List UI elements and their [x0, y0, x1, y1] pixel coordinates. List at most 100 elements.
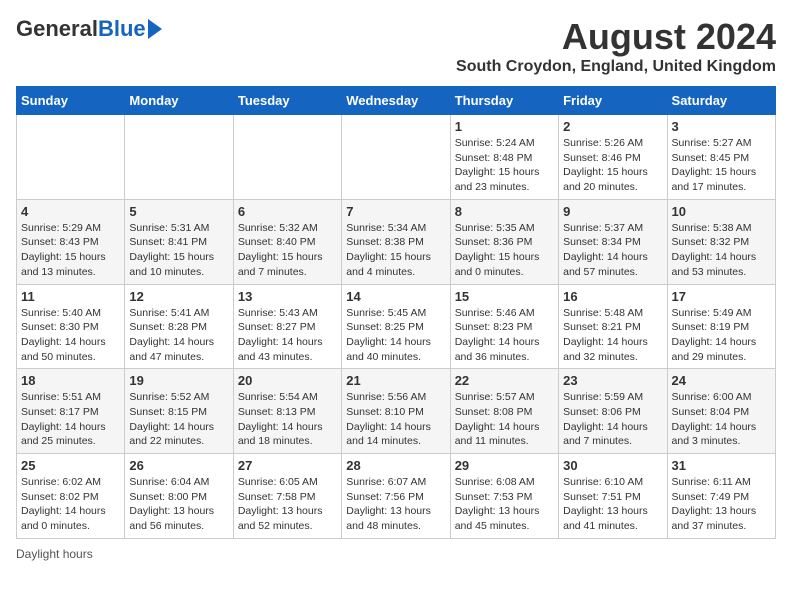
calendar-cell: 5 Sunrise: 5:31 AM Sunset: 8:41 PM Daylig…	[125, 199, 233, 284]
calendar-week-4: 18Sunrise: 5:51 AM Sunset: 8:17 PM Dayli…	[17, 369, 776, 454]
day-info: Sunrise: 5:26 AM Sunset: 8:46 PM Dayligh…	[563, 136, 662, 195]
calendar-table: SundayMondayTuesdayWednesdayThursdayFrid…	[16, 86, 776, 539]
day-number: 22	[455, 373, 554, 388]
day-number: 3	[672, 119, 771, 134]
day-info: Sunrise: 5:34 AM Sunset: 8:38 PM Dayligh…	[346, 221, 445, 280]
calendar-cell: 16 Sunrise: 5:48 AM Sunset: 8:21 PM Dayli…	[559, 284, 667, 369]
calendar-cell: 10 Sunrise: 5:38 AM Sunset: 8:32 PM Dayli…	[667, 199, 775, 284]
calendar-header-row: SundayMondayTuesdayWednesdayThursdayFrid…	[17, 87, 776, 115]
day-info: Sunrise: 6:05 AM Sunset: 7:58 PM Dayligh…	[238, 475, 337, 534]
day-number: 8	[455, 204, 554, 219]
day-info: Sunrise: 5:24 AM Sunset: 8:48 PM Dayligh…	[455, 136, 554, 195]
day-info: Sunrise: 5:40 AM Sunset: 8:30 PM Dayligh…	[21, 306, 120, 365]
calendar-cell: 20 Sunrise: 5:54 AM Sunset: 8:13 PM Dayli…	[233, 369, 341, 454]
day-number: 1	[455, 119, 554, 134]
day-info: Sunrise: 6:04 AM Sunset: 8:00 PM Dayligh…	[129, 475, 228, 534]
day-number: 17	[672, 289, 771, 304]
day-number: 2	[563, 119, 662, 134]
weekday-header-saturday: Saturday	[667, 87, 775, 115]
calendar-week-2: 4Sunrise: 5:29 AM Sunset: 8:43 PM Daylig…	[17, 199, 776, 284]
day-number: 10	[672, 204, 771, 219]
calendar-cell: 26 Sunrise: 6:04 AM Sunset: 8:00 PM Dayli…	[125, 454, 233, 539]
weekday-header-friday: Friday	[559, 87, 667, 115]
day-number: 19	[129, 373, 228, 388]
calendar-cell: 2 Sunrise: 5:26 AM Sunset: 8:46 PM Daylig…	[559, 115, 667, 200]
calendar-cell	[17, 115, 125, 200]
weekday-header-thursday: Thursday	[450, 87, 558, 115]
calendar-cell: 7 Sunrise: 5:34 AM Sunset: 8:38 PM Daylig…	[342, 199, 450, 284]
calendar-cell: 23Sunrise: 5:59 AM Sunset: 8:06 PM Dayli…	[559, 369, 667, 454]
day-info: Sunrise: 5:46 AM Sunset: 8:23 PM Dayligh…	[455, 306, 554, 365]
calendar-cell: 31 Sunrise: 6:11 AM Sunset: 7:49 PM Dayli…	[667, 454, 775, 539]
calendar-cell: 1 Sunrise: 5:24 AM Sunset: 8:48 PM Daylig…	[450, 115, 558, 200]
month-title: August 2024	[456, 16, 776, 58]
day-info: Sunrise: 5:32 AM Sunset: 8:40 PM Dayligh…	[238, 221, 337, 280]
calendar-cell: 4Sunrise: 5:29 AM Sunset: 8:43 PM Daylig…	[17, 199, 125, 284]
day-number: 7	[346, 204, 445, 219]
day-info: Sunrise: 5:48 AM Sunset: 8:21 PM Dayligh…	[563, 306, 662, 365]
day-info: Sunrise: 5:56 AM Sunset: 8:10 PM Dayligh…	[346, 390, 445, 449]
day-info: Sunrise: 5:45 AM Sunset: 8:25 PM Dayligh…	[346, 306, 445, 365]
calendar-cell	[342, 115, 450, 200]
weekday-header-monday: Monday	[125, 87, 233, 115]
calendar-cell	[233, 115, 341, 200]
day-info: Sunrise: 6:11 AM Sunset: 7:49 PM Dayligh…	[672, 475, 771, 534]
logo-blue-text: Blue	[98, 16, 146, 42]
page-header: General Blue August 2024 South Croydon, …	[16, 16, 776, 76]
day-info: Sunrise: 5:54 AM Sunset: 8:13 PM Dayligh…	[238, 390, 337, 449]
day-number: 27	[238, 458, 337, 473]
day-info: Sunrise: 5:31 AM Sunset: 8:41 PM Dayligh…	[129, 221, 228, 280]
day-info: Sunrise: 5:49 AM Sunset: 8:19 PM Dayligh…	[672, 306, 771, 365]
calendar-cell: 15 Sunrise: 5:46 AM Sunset: 8:23 PM Dayli…	[450, 284, 558, 369]
day-number: 5	[129, 204, 228, 219]
calendar-cell: 6 Sunrise: 5:32 AM Sunset: 8:40 PM Daylig…	[233, 199, 341, 284]
calendar-cell: 22 Sunrise: 5:57 AM Sunset: 8:08 PM Dayli…	[450, 369, 558, 454]
day-info: Sunrise: 6:02 AM Sunset: 8:02 PM Dayligh…	[21, 475, 120, 534]
calendar-week-5: 25 Sunrise: 6:02 AM Sunset: 8:02 PM Dayli…	[17, 454, 776, 539]
weekday-header-sunday: Sunday	[17, 87, 125, 115]
day-number: 20	[238, 373, 337, 388]
day-number: 14	[346, 289, 445, 304]
day-number: 28	[346, 458, 445, 473]
day-number: 11	[21, 289, 120, 304]
day-info: Sunrise: 5:41 AM Sunset: 8:28 PM Dayligh…	[129, 306, 228, 365]
logo-arrow-icon	[148, 19, 162, 39]
day-number: 21	[346, 373, 445, 388]
day-info: Sunrise: 5:37 AM Sunset: 8:34 PM Dayligh…	[563, 221, 662, 280]
day-info: Sunrise: 5:51 AM Sunset: 8:17 PM Dayligh…	[21, 390, 120, 449]
calendar-cell: 30Sunrise: 6:10 AM Sunset: 7:51 PM Dayli…	[559, 454, 667, 539]
calendar-cell: 3Sunrise: 5:27 AM Sunset: 8:45 PM Daylig…	[667, 115, 775, 200]
weekday-header-wednesday: Wednesday	[342, 87, 450, 115]
day-number: 4	[21, 204, 120, 219]
calendar-cell: 12 Sunrise: 5:41 AM Sunset: 8:28 PM Dayli…	[125, 284, 233, 369]
day-info: Sunrise: 6:08 AM Sunset: 7:53 PM Dayligh…	[455, 475, 554, 534]
day-info: Sunrise: 5:57 AM Sunset: 8:08 PM Dayligh…	[455, 390, 554, 449]
day-number: 6	[238, 204, 337, 219]
daylight-label: Daylight hours	[16, 547, 93, 561]
calendar-cell: 24Sunrise: 6:00 AM Sunset: 8:04 PM Dayli…	[667, 369, 775, 454]
calendar-cell: 17 Sunrise: 5:49 AM Sunset: 8:19 PM Dayli…	[667, 284, 775, 369]
calendar-cell: 28 Sunrise: 6:07 AM Sunset: 7:56 PM Dayli…	[342, 454, 450, 539]
day-info: Sunrise: 6:07 AM Sunset: 7:56 PM Dayligh…	[346, 475, 445, 534]
calendar-cell: 11 Sunrise: 5:40 AM Sunset: 8:30 PM Dayli…	[17, 284, 125, 369]
day-number: 30	[563, 458, 662, 473]
day-number: 23	[563, 373, 662, 388]
day-number: 31	[672, 458, 771, 473]
day-number: 16	[563, 289, 662, 304]
calendar-cell: 27 Sunrise: 6:05 AM Sunset: 7:58 PM Dayli…	[233, 454, 341, 539]
day-number: 12	[129, 289, 228, 304]
day-number: 13	[238, 289, 337, 304]
day-number: 29	[455, 458, 554, 473]
logo: General Blue	[16, 16, 162, 42]
day-info: Sunrise: 6:00 AM Sunset: 8:04 PM Dayligh…	[672, 390, 771, 449]
calendar-cell: 9Sunrise: 5:37 AM Sunset: 8:34 PM Daylig…	[559, 199, 667, 284]
calendar-week-1: 1 Sunrise: 5:24 AM Sunset: 8:48 PM Daylig…	[17, 115, 776, 200]
day-info: Sunrise: 5:52 AM Sunset: 8:15 PM Dayligh…	[129, 390, 228, 449]
location-title: South Croydon, England, United Kingdom	[456, 58, 776, 76]
day-number: 26	[129, 458, 228, 473]
calendar-cell: 29 Sunrise: 6:08 AM Sunset: 7:53 PM Dayli…	[450, 454, 558, 539]
day-info: Sunrise: 5:38 AM Sunset: 8:32 PM Dayligh…	[672, 221, 771, 280]
calendar-cell: 25 Sunrise: 6:02 AM Sunset: 8:02 PM Dayli…	[17, 454, 125, 539]
day-number: 15	[455, 289, 554, 304]
day-number: 25	[21, 458, 120, 473]
